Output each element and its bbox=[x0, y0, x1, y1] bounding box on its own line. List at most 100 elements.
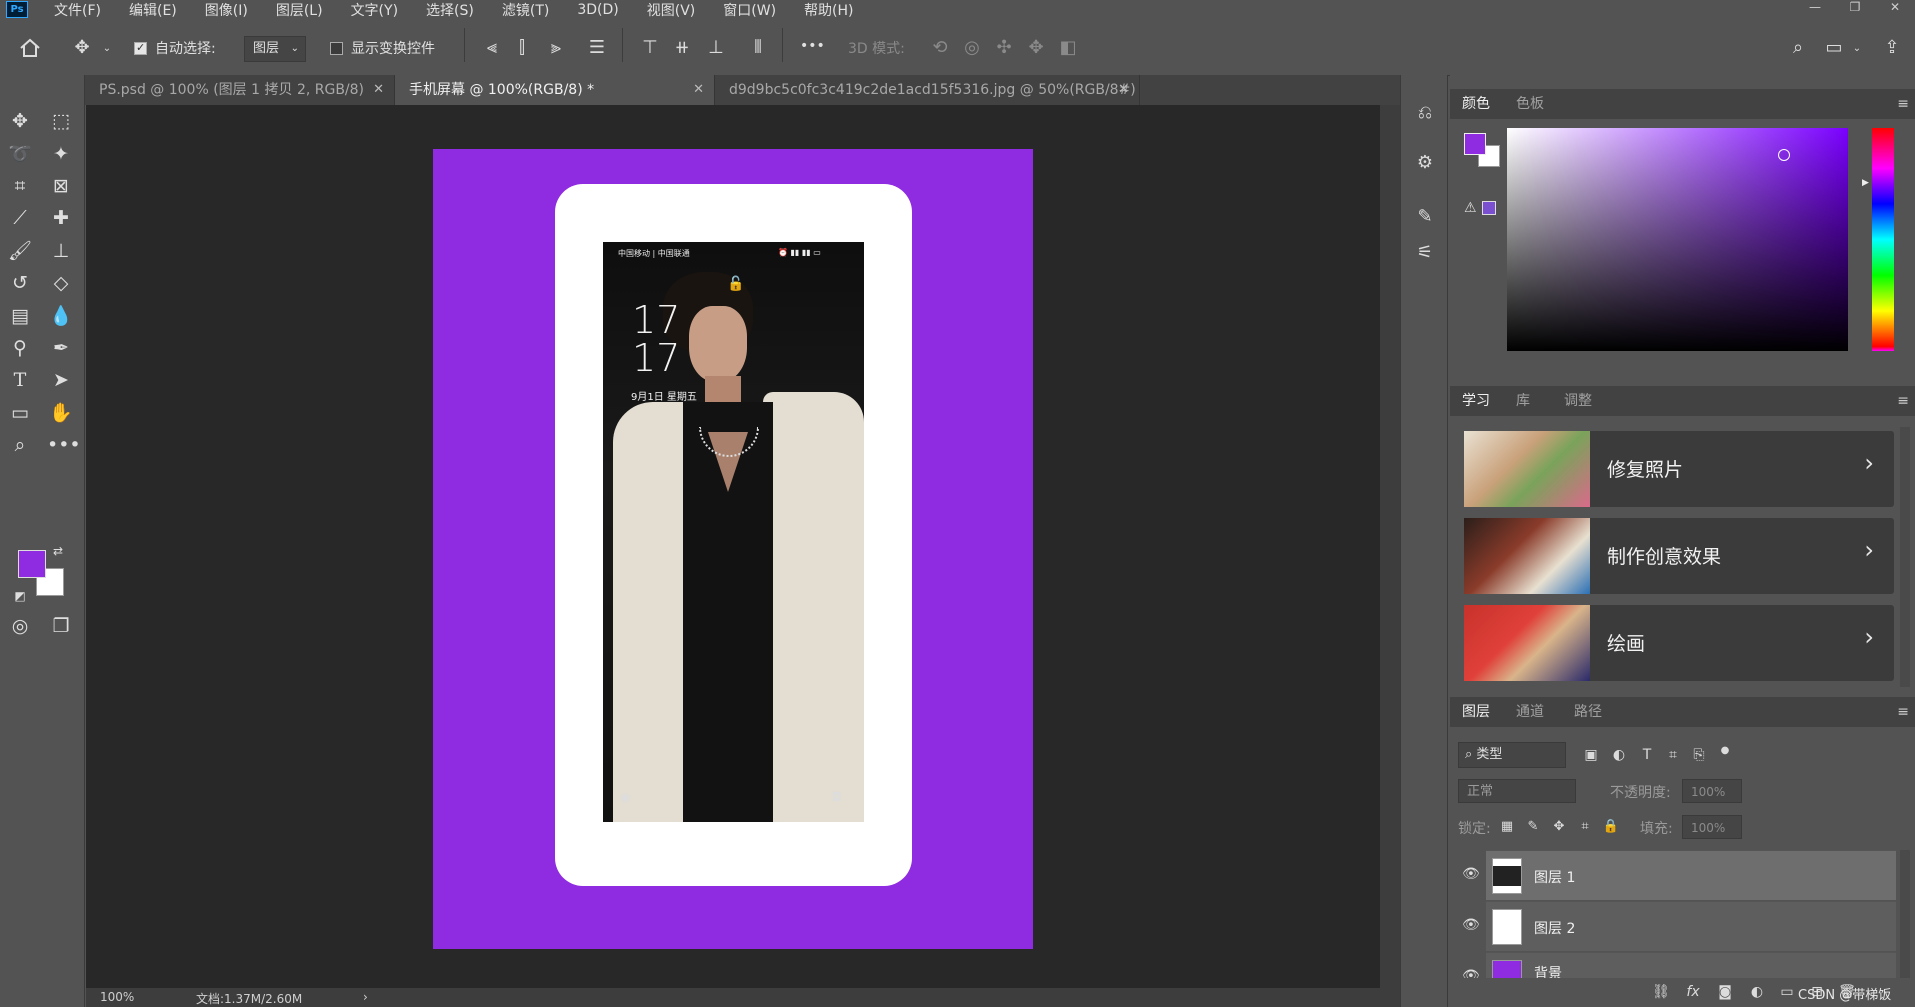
layers-scrollbar[interactable] bbox=[1900, 850, 1910, 978]
distribute-v-icon[interactable]: ⫴ bbox=[746, 38, 770, 58]
more-options[interactable]: ••• bbox=[800, 38, 825, 54]
menu-3d[interactable]: 3D(D) bbox=[577, 2, 618, 18]
roll-3d-icon[interactable]: ◎ bbox=[960, 38, 984, 58]
brush-settings-icon[interactable]: ✎ bbox=[1413, 207, 1437, 227]
eye-icon[interactable]: 👁 bbox=[1462, 917, 1480, 933]
zoom-level[interactable]: 100% bbox=[100, 990, 134, 1004]
menu-window[interactable]: 窗口(W) bbox=[723, 0, 776, 20]
marquee-tool-icon[interactable]: ⬚ bbox=[47, 108, 75, 134]
align-top-icon[interactable]: ⊤ bbox=[638, 38, 662, 58]
dodge-tool-icon[interactable]: ⚲ bbox=[6, 335, 34, 361]
orbit-3d-icon[interactable]: ⟲ bbox=[928, 38, 952, 58]
panel-foreground-swatch[interactable] bbox=[1464, 133, 1486, 155]
adjustment-layer-icon[interactable]: ◐ bbox=[1746, 982, 1768, 1002]
layer-filter-dropdown[interactable]: ⌕ 类型 bbox=[1458, 742, 1566, 768]
foreground-color-swatch-top[interactable] bbox=[18, 550, 46, 578]
tab-learn[interactable]: 学习 bbox=[1462, 386, 1490, 416]
more-tools-icon[interactable]: ••• bbox=[47, 432, 81, 458]
blur-tool-icon[interactable]: 💧 bbox=[47, 303, 75, 329]
hand-tool-icon[interactable]: ✋ bbox=[47, 400, 75, 426]
show-transform-checkbox[interactable] bbox=[330, 42, 343, 55]
adjustments-panel-icon[interactable]: ⚟ bbox=[1413, 243, 1437, 263]
filter-adjustment-icon[interactable]: ◐ bbox=[1608, 745, 1630, 765]
lock-all-icon[interactable]: 🔒 bbox=[1602, 817, 1620, 837]
tab-color[interactable]: 颜色 bbox=[1462, 89, 1490, 119]
swap-colors-icon[interactable]: ⇄ bbox=[50, 538, 66, 564]
panel-menu-icon[interactable]: ≡ bbox=[1897, 393, 1909, 409]
align-center-h-icon[interactable]: ⫿ bbox=[510, 38, 534, 58]
search-icon[interactable]: ⌕ bbox=[1786, 38, 1810, 58]
tab-swatches[interactable]: 色板 bbox=[1516, 89, 1544, 119]
crop-tool-icon[interactable]: ⌗ bbox=[6, 173, 34, 199]
tab-paths[interactable]: 路径 bbox=[1574, 697, 1602, 727]
menu-help[interactable]: 帮助(H) bbox=[804, 0, 853, 20]
menu-view[interactable]: 视图(V) bbox=[647, 0, 696, 20]
frame-tool-icon[interactable]: ⊠ bbox=[47, 173, 75, 199]
eraser-icon[interactable]: ◇ bbox=[47, 270, 75, 296]
learn-card-fix-photo[interactable]: 修复照片 › bbox=[1464, 431, 1894, 507]
menu-filter[interactable]: 滤镜(T) bbox=[502, 0, 549, 20]
menu-file[interactable]: 文件(F) bbox=[54, 0, 101, 20]
close-icon[interactable]: ✕ bbox=[693, 75, 704, 105]
workspace-icon[interactable]: ▭ bbox=[1822, 38, 1846, 58]
lock-transparent-icon[interactable]: ▦ bbox=[1498, 817, 1516, 837]
tab-layers[interactable]: 图层 bbox=[1462, 697, 1490, 727]
align-middle-v-icon[interactable]: ⧺ bbox=[670, 38, 694, 58]
color-picker-cursor[interactable] bbox=[1778, 149, 1790, 161]
chevron-down-icon[interactable]: ⌄ bbox=[1850, 39, 1864, 59]
align-left-icon[interactable]: ⫷ bbox=[480, 38, 504, 58]
gradient-tool-icon[interactable]: ▤ bbox=[6, 303, 34, 329]
tab-jpg[interactable]: d9d9bc5c0fc3c419c2de1acd15f5316.jpg @ 50… bbox=[715, 75, 1140, 105]
panel-menu-icon[interactable]: ≡ bbox=[1897, 96, 1909, 112]
distribute-h-icon[interactable]: ☰ bbox=[585, 38, 609, 58]
menu-layer[interactable]: 图层(L) bbox=[276, 0, 323, 20]
tab-libraries[interactable]: 库 bbox=[1516, 386, 1530, 416]
web-safe-swatch[interactable] bbox=[1482, 201, 1496, 215]
brush-tool-icon[interactable]: 🖌 bbox=[6, 238, 34, 264]
add-mask-icon[interactable]: ◙ bbox=[1714, 982, 1736, 1002]
blend-mode-dropdown[interactable]: 正常 bbox=[1458, 779, 1576, 803]
canvas-scrollbar[interactable] bbox=[1380, 105, 1400, 988]
learn-card-creative-effects[interactable]: 制作创意效果 › bbox=[1464, 518, 1894, 594]
layer-row-background[interactable]: 背景 bbox=[1486, 952, 1896, 978]
status-arrow-icon[interactable]: › bbox=[363, 990, 368, 1004]
panel-menu-icon[interactable]: ≡ bbox=[1897, 704, 1909, 720]
layer-row-2[interactable]: 图层 2 bbox=[1486, 901, 1896, 951]
pen-tool-icon[interactable]: ✒ bbox=[47, 335, 75, 361]
fill-input[interactable]: 100% bbox=[1682, 815, 1742, 839]
lock-position-icon[interactable]: ✥ bbox=[1550, 817, 1568, 837]
properties-panel-icon[interactable]: ⚙ bbox=[1413, 153, 1437, 173]
align-bottom-icon[interactable]: ⊥ bbox=[704, 38, 728, 58]
layer-row-1[interactable]: 图层 1 bbox=[1486, 850, 1896, 900]
share-icon[interactable]: ⇪ bbox=[1880, 38, 1904, 58]
close-icon[interactable]: ✕ bbox=[373, 75, 384, 105]
color-picker-field[interactable] bbox=[1507, 128, 1848, 351]
hue-slider-handle[interactable]: ▶ bbox=[1862, 178, 1869, 188]
learn-card-painting[interactable]: 绘画 › bbox=[1464, 605, 1894, 681]
home-icon[interactable] bbox=[18, 38, 42, 63]
rectangle-tool-icon[interactable]: ▭ bbox=[6, 400, 34, 426]
menu-edit[interactable]: 编辑(E) bbox=[129, 0, 177, 20]
healing-brush-icon[interactable]: ✚ bbox=[47, 205, 75, 231]
fx-icon[interactable]: fx bbox=[1682, 982, 1704, 1002]
menu-select[interactable]: 选择(S) bbox=[426, 0, 474, 20]
quick-mask-icon[interactable]: ◎ bbox=[6, 613, 34, 639]
chevron-down-icon[interactable]: ⌄ bbox=[100, 39, 114, 59]
scale-3d-icon[interactable]: ◧ bbox=[1056, 38, 1080, 58]
minimize-button[interactable]: — bbox=[1795, 0, 1835, 19]
type-tool-icon[interactable]: T bbox=[6, 367, 34, 393]
lasso-tool-icon[interactable]: ➰ bbox=[6, 141, 34, 167]
hue-slider[interactable] bbox=[1872, 128, 1894, 351]
move-tool-icon[interactable]: ✥ bbox=[70, 38, 94, 58]
slide-3d-icon[interactable]: ✥ bbox=[1024, 38, 1048, 58]
align-right-icon[interactable]: ⫸ bbox=[544, 38, 568, 58]
default-colors-icon[interactable]: ◩ bbox=[12, 583, 28, 609]
lock-image-icon[interactable]: ✎ bbox=[1524, 817, 1542, 837]
tab-channels[interactable]: 通道 bbox=[1516, 697, 1544, 727]
history-panel-icon[interactable]: ⎌ bbox=[1413, 103, 1437, 123]
move-tool-icon[interactable]: ✥ bbox=[6, 108, 34, 134]
menu-image[interactable]: 图像(I) bbox=[205, 0, 248, 20]
tab-ps-psd[interactable]: PS.psd @ 100% (图层 1 拷贝 2, RGB/8) ✕ bbox=[85, 75, 395, 105]
filter-shape-icon[interactable]: ⌗ bbox=[1662, 745, 1684, 765]
tab-phone-screen[interactable]: 手机屏幕 @ 100%(RGB/8) * ✕ bbox=[395, 75, 715, 105]
